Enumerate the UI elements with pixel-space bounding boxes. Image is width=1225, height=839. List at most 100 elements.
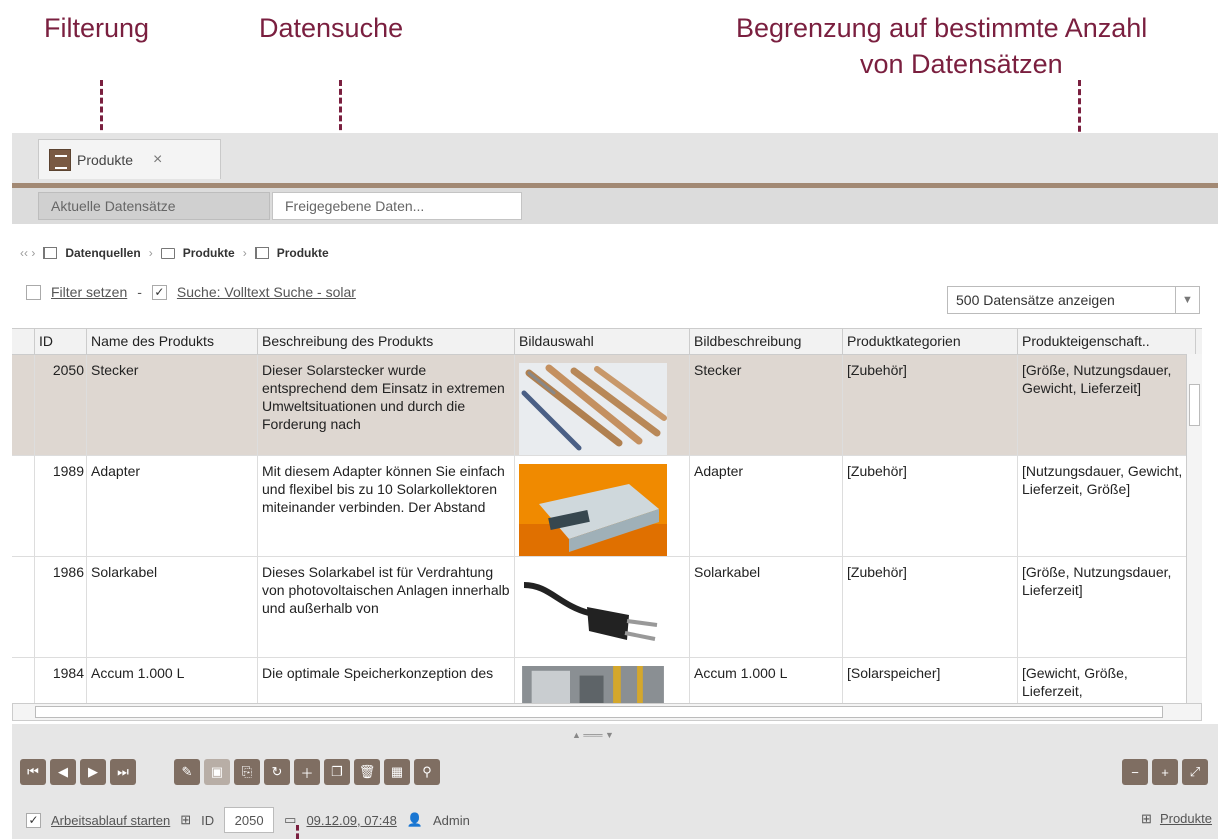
grid-view-icon[interactable]: ▦ xyxy=(384,759,410,785)
data-grid: ID Name des Produkts Beschreibung des Pr… xyxy=(12,328,1202,710)
breadcrumb-datasources[interactable]: Datenquellen xyxy=(65,246,140,260)
header-properties[interactable]: Produkteigenschaft.. xyxy=(1018,329,1196,354)
previous-record-icon[interactable]: ◀ xyxy=(50,759,76,785)
cell-categories: [Zubehör] xyxy=(843,456,1018,556)
annotation-limit-line1: Begrenzung auf bestimmte Anzahl xyxy=(736,13,1148,43)
subtab-bar: Aktuelle Datensätze Freigegebene Daten..… xyxy=(12,188,1218,224)
record-limit-select[interactable]: 500 Datensätze anzeigen ▼ xyxy=(947,286,1200,314)
cell-image[interactable] xyxy=(515,658,690,709)
header-categories[interactable]: Produktkategorien xyxy=(843,329,1018,354)
header-image-description[interactable]: Bildbeschreibung xyxy=(690,329,843,354)
workflow-checkbox[interactable]: ✓ xyxy=(26,812,41,828)
cell-categories: [Solarspeicher] xyxy=(843,658,1018,709)
tab-bar: Produkte × xyxy=(12,133,1218,183)
search-icon[interactable]: ⚲ xyxy=(414,759,440,785)
save-icon[interactable]: ▣ xyxy=(204,759,230,785)
cell-image[interactable] xyxy=(515,557,690,657)
collapse-icon[interactable]: ‹‹ › xyxy=(20,246,35,260)
row-select-cell[interactable] xyxy=(12,355,35,455)
id-field[interactable]: 2050 xyxy=(224,807,275,833)
delete-icon[interactable]: 🗑 xyxy=(354,759,380,785)
datasource-icon xyxy=(254,247,269,259)
refresh-icon[interactable]: ↻ xyxy=(264,759,290,785)
search-link[interactable]: Suche: Volltext Suche - solar xyxy=(177,284,356,300)
header-select xyxy=(12,329,35,354)
annotation-pointer-id xyxy=(296,825,299,839)
cell-categories: [Zubehör] xyxy=(843,557,1018,657)
datasource-icon: ⊞ xyxy=(180,812,192,827)
action-toolbar: ⏮ ◀ ▶ ⏭ ✎ ▣ ⎘ ↻ ＋ ❐ 🗑 ▦ ⚲ − + ⤢ xyxy=(12,753,1218,793)
splitter-handle[interactable]: ▲ ═══ ▼ xyxy=(572,730,614,740)
row-select-cell[interactable] xyxy=(12,456,35,556)
last-record-icon[interactable]: ⏭ xyxy=(110,759,136,785)
duplicate-icon[interactable]: ❐ xyxy=(324,759,350,785)
row-select-cell[interactable] xyxy=(12,557,35,657)
copy-icon[interactable]: ⎘ xyxy=(234,759,260,785)
tab-produkte[interactable]: Produkte × xyxy=(38,139,221,179)
scroll-thumb[interactable] xyxy=(1189,384,1200,426)
table-row[interactable]: 1989 Adapter Mit diesem Adapter können S… xyxy=(12,456,1202,557)
header-id[interactable]: ID xyxy=(35,329,87,354)
horizontal-scrollbar[interactable] xyxy=(12,703,1202,721)
adapter-device-image xyxy=(519,464,667,556)
cell-id: 2050 xyxy=(35,355,87,455)
breadcrumb-products[interactable]: Produkte xyxy=(277,246,329,260)
cell-id: 1989 xyxy=(35,456,87,556)
tab-label: Produkte xyxy=(77,151,134,168)
next-record-icon[interactable]: ▶ xyxy=(80,759,106,785)
record-limit-value: 500 Datensätze anzeigen xyxy=(956,292,1115,308)
date-link[interactable]: 09.12.09, 07:48 xyxy=(306,813,396,828)
cell-name: Solarkabel xyxy=(87,557,258,657)
cell-image[interactable] xyxy=(515,456,690,556)
header-image[interactable]: Bildauswahl xyxy=(515,329,690,354)
chevron-right-icon: › xyxy=(148,246,153,260)
application-window: Produkte × Aktuelle Datensätze Freigegeb… xyxy=(12,133,1218,839)
filter-link[interactable]: Filter setzen xyxy=(51,284,127,300)
row-select-cell[interactable] xyxy=(12,658,35,709)
close-icon[interactable]: × xyxy=(153,151,162,169)
collapse-panel-icon[interactable]: − xyxy=(1122,759,1148,785)
cell-description: Dieser Solarstecker wurde entsprechend d… xyxy=(258,355,515,455)
status-right: ⊞ Produkte xyxy=(1141,811,1212,827)
table-row[interactable]: 2050 Stecker Dieser Solarstecker wurde e… xyxy=(12,355,1202,456)
connector-pins-image xyxy=(519,363,667,455)
power-plug-image xyxy=(519,565,667,657)
cell-properties: [Gewicht, Größe, Lieferzeit, xyxy=(1018,658,1196,709)
cell-id: 1984 xyxy=(35,658,87,709)
breadcrumb-folder[interactable]: Produkte xyxy=(183,246,235,260)
status-bar: ✓ Arbeitsablauf starten ⊞ ID 2050 ▭ 09.1… xyxy=(12,801,1218,839)
cell-description: Mit diesem Adapter können Sie einfach un… xyxy=(258,456,515,556)
cell-image[interactable] xyxy=(515,355,690,455)
search-checkbox[interactable]: ✓ xyxy=(151,284,167,300)
cell-name: Adapter xyxy=(87,456,258,556)
user-name: Admin xyxy=(432,812,470,828)
scroll-thumb[interactable] xyxy=(35,706,1163,718)
chevron-down-icon[interactable]: ▼ xyxy=(1175,287,1199,313)
subtab-current-records[interactable]: Aktuelle Datensätze xyxy=(38,192,270,220)
expand-panel-icon[interactable]: + xyxy=(1152,759,1178,785)
cell-image-description: Solarkabel xyxy=(690,557,843,657)
chevron-right-icon: › xyxy=(242,246,247,260)
vertical-scrollbar[interactable] xyxy=(1186,354,1202,708)
subtab-released-data[interactable]: Freigegebene Daten... xyxy=(272,192,522,220)
products-link[interactable]: Produkte xyxy=(1160,811,1212,827)
edit-icon[interactable]: ✎ xyxy=(174,759,200,785)
header-name[interactable]: Name des Produkts xyxy=(87,329,258,354)
id-label: ID xyxy=(201,812,215,828)
table-row[interactable]: 1986 Solarkabel Dieses Solarkabel ist fü… xyxy=(12,557,1202,658)
datasource-icon: ⊞ xyxy=(1141,811,1152,826)
cell-image-description: Accum 1.000 L xyxy=(690,658,843,709)
maximize-icon[interactable]: ⤢ xyxy=(1182,759,1208,785)
cell-properties: [Nutzungsdauer, Gewicht, Lieferzeit, Grö… xyxy=(1018,456,1196,556)
cell-categories: [Zubehör] xyxy=(843,355,1018,455)
cell-properties: [Größe, Nutzungsdauer, Gewicht, Lieferze… xyxy=(1018,355,1196,455)
cell-image-description: Adapter xyxy=(690,456,843,556)
annotation-filter: Filterung xyxy=(44,13,150,43)
main-panel: ‹‹ › Datenquellen › Produkte › Produkte … xyxy=(12,224,1218,724)
header-description[interactable]: Beschreibung des Produkts xyxy=(258,329,515,354)
filter-checkbox[interactable] xyxy=(26,284,41,300)
workflow-link[interactable]: Arbeitsablauf starten xyxy=(51,813,170,828)
new-record-icon[interactable]: ＋ xyxy=(294,759,320,785)
first-record-icon[interactable]: ⏮ xyxy=(20,759,46,785)
cell-description: Dieses Solarkabel ist für Verdrahtung vo… xyxy=(258,557,515,657)
